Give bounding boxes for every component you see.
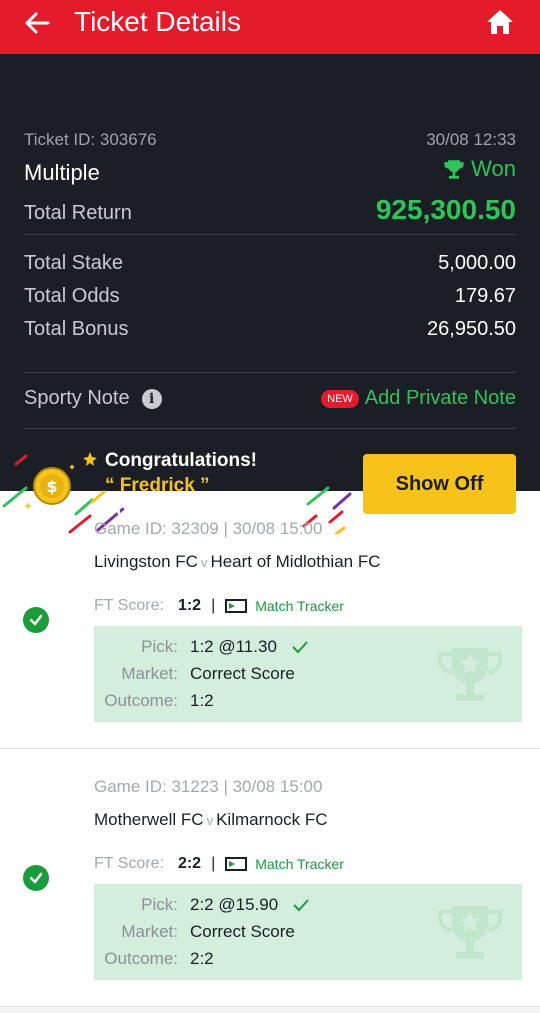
outcome-label: Outcome: <box>104 949 178 968</box>
top-bar: Ticket Details <box>0 0 540 54</box>
status-badge: Won <box>443 156 516 182</box>
checkmark-icon <box>292 641 308 654</box>
game-item: Game ID: 31223 | 30/08 15:00 Motherwell … <box>0 749 540 1007</box>
outcome-value: 2:2 <box>190 949 214 968</box>
pick-label: Pick: <box>141 895 178 914</box>
divider <box>24 428 516 429</box>
ticket-id: Ticket ID: 303676 <box>24 130 157 149</box>
game-list: Game ID: 32309 | 30/08 15:00 Livingston … <box>0 491 540 1007</box>
add-private-note-label: Add Private Note <box>364 387 516 409</box>
new-badge: NEW <box>321 389 359 408</box>
total-stake-label: Total Stake <box>24 252 123 274</box>
match-teams: Motherwell FC v Kilmarnock FC <box>94 810 328 830</box>
pick-details: Pick: 1:2 @11.30 Market: Correct Score O… <box>94 626 522 722</box>
pick-value: 1:2 @11.30 <box>190 637 277 656</box>
outcome-label: Outcome: <box>104 691 178 710</box>
market-value: Correct Score <box>190 664 295 683</box>
away-team: Heart of Midlothian FC <box>210 552 381 571</box>
trophy-icon <box>444 160 464 179</box>
trophy-watermark-icon <box>438 648 502 701</box>
versus: v <box>206 813 214 828</box>
total-odds-value: 179.67 <box>454 285 516 307</box>
bet-type: Multiple <box>24 160 100 185</box>
home-icon <box>487 10 513 34</box>
away-team: Kilmarnock FC <box>216 810 328 829</box>
info-icon[interactable]: i <box>141 388 162 409</box>
divider <box>24 372 516 373</box>
match-tracker-icon <box>225 857 248 871</box>
checkmark-icon <box>293 899 309 912</box>
pick-details: Pick: 2:2 @15.90 Market: Correct Score O… <box>94 884 522 980</box>
back-button[interactable] <box>22 8 52 38</box>
check-circle-icon <box>23 865 49 891</box>
ft-score-value: 2:2 <box>177 855 202 872</box>
market-value: Correct Score <box>190 922 295 941</box>
ticket-datetime: 30/08 12:33 <box>426 130 516 149</box>
separator: | <box>211 597 216 614</box>
ft-score-label: FT Score: <box>94 855 164 872</box>
trophy-watermark-icon <box>438 906 502 959</box>
total-bonus-label: Total Bonus <box>24 318 129 340</box>
home-team: Motherwell FC <box>94 810 204 829</box>
ft-score-label: FT Score: <box>94 597 164 614</box>
match-tracker-link[interactable]: Match Tracker <box>225 856 344 872</box>
match-tracker-icon <box>225 599 248 613</box>
congrats-title: Congratulations! <box>105 450 257 471</box>
market-label: Market: <box>121 922 178 941</box>
check-circle-icon <box>23 607 49 633</box>
match-tracker-link[interactable]: Match Tracker <box>225 598 344 614</box>
ft-score-value: 1:2 <box>177 597 202 614</box>
market-label: Market: <box>121 664 178 683</box>
outcome-value: 1:2 <box>190 691 214 710</box>
add-private-note-button[interactable]: NEW Add Private Note <box>321 387 516 410</box>
pick-value: 2:2 @15.90 <box>190 895 279 914</box>
game-id: Game ID: 32309 | 30/08 15:00 <box>94 519 323 538</box>
match-tracker-label: Match Tracker <box>255 856 344 872</box>
total-stake-value: 5,000.00 <box>438 252 516 274</box>
game-item: Game ID: 32309 | 30/08 15:00 Livingston … <box>0 491 540 749</box>
divider <box>24 234 516 235</box>
arrow-left-icon <box>25 12 50 34</box>
total-return-label: Total Return <box>24 202 132 224</box>
total-odds-label: Total Odds <box>24 285 120 307</box>
home-team: Livingston FC <box>94 552 198 571</box>
home-button[interactable] <box>484 6 516 38</box>
total-bonus-value: 26,950.50 <box>427 318 516 340</box>
status-text: Won <box>471 156 516 181</box>
game-id: Game ID: 31223 | 30/08 15:00 <box>94 777 323 796</box>
match-teams: Livingston FC v Heart of Midlothian FC <box>94 552 381 572</box>
sporty-note-label: Sporty Note <box>24 387 130 409</box>
pick-label: Pick: <box>141 637 178 656</box>
ticket-summary: Ticket ID: 303676 30/08 12:33 Multiple W… <box>0 54 540 534</box>
versus: v <box>200 555 208 570</box>
total-return-value: 925,300.50 <box>375 194 516 225</box>
page-title: Ticket Details <box>74 6 242 37</box>
separator: | <box>211 855 216 872</box>
match-tracker-label: Match Tracker <box>255 598 344 614</box>
